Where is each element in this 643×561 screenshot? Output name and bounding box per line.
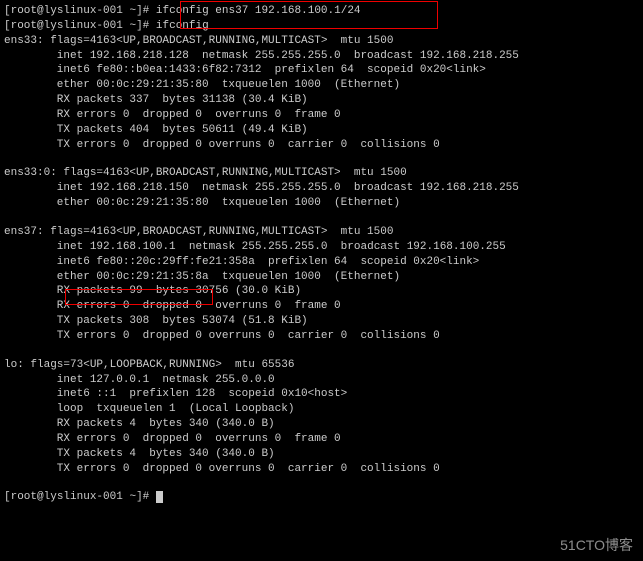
lo-rx-errors: RX errors 0 dropped 0 overruns 0 frame 0 [4,432,639,447]
interface-ens33: ens33: flags=4163<UP,BROADCAST,RUNNING,M… [4,34,639,153]
ens37-inet6: inet6 fe80::20c:29ff:fe21:358a prefixlen… [4,255,639,270]
prompt-line-3[interactable]: [root@lyslinux-001 ~]# [4,490,639,505]
lo-inet6: inet6 ::1 prefixlen 128 scopeid 0x10<hos… [4,387,639,402]
command-1: ifconfig ens37 192.168.100.1/24 [156,5,361,17]
ens33-inet: inet 192.168.218.128 netmask 255.255.255… [4,49,639,64]
lo-inet: inet 127.0.0.1 netmask 255.0.0.0 [4,373,639,388]
ens37-ip-address: 192.168.100.1 [90,241,176,253]
ens37-rx-errors: RX errors 0 dropped 0 overruns 0 frame 0 [4,299,639,314]
command-2: ifconfig [156,20,209,32]
lo-rx-packets: RX packets 4 bytes 340 (340.0 B) [4,417,639,432]
ens33-tx-errors: TX errors 0 dropped 0 overruns 0 carrier… [4,138,639,153]
lo-loop: loop txqueuelen 1 (Local Loopback) [4,402,639,417]
ens37-tx-packets: TX packets 308 bytes 53074 (51.8 KiB) [4,314,639,329]
lo-tx-errors: TX errors 0 dropped 0 overruns 0 carrier… [4,462,639,477]
ens33-rx-errors: RX errors 0 dropped 0 overruns 0 frame 0 [4,108,639,123]
prompt-line-2: [root@lyslinux-001 ~]# ifconfig [4,19,639,34]
lo-header: lo: flags=73<UP,LOOPBACK,RUNNING> mtu 65… [4,358,639,373]
ens33-header: ens33: flags=4163<UP,BROADCAST,RUNNING,M… [4,34,639,49]
ens37-ether: ether 00:0c:29:21:35:8a txqueuelen 1000 … [4,270,639,285]
ens33-rx-packets: RX packets 337 bytes 31138 (30.4 KiB) [4,93,639,108]
prompt-line-1: [root@lyslinux-001 ~]# ifconfig ens37 19… [4,4,639,19]
ens33-0-ether: ether 00:0c:29:21:35:80 txqueuelen 1000 … [4,196,639,211]
ens37-tx-errors: TX errors 0 dropped 0 overruns 0 carrier… [4,329,639,344]
cursor-icon [156,491,163,503]
ens37-inet: inet 192.168.100.1 netmask 255.255.255.0… [4,240,639,255]
ens37-rx-packets: RX packets 99 bytes 30756 (30.0 KiB) [4,284,639,299]
interface-lo: lo: flags=73<UP,LOOPBACK,RUNNING> mtu 65… [4,358,639,477]
watermark-text: 51CTO博客 [560,536,633,555]
ens33-ether: ether 00:0c:29:21:35:80 txqueuelen 1000 … [4,78,639,93]
ens33-inet6: inet6 fe80::b0ea:1433:6f82:7312 prefixle… [4,63,639,78]
terminal-output[interactable]: [root@lyslinux-001 ~]# ifconfig ens37 19… [4,4,639,505]
interface-ens33-0: ens33:0: flags=4163<UP,BROADCAST,RUNNING… [4,166,639,211]
interface-ens37: ens37: flags=4163<UP,BROADCAST,RUNNING,M… [4,225,639,344]
ens37-header: ens37: flags=4163<UP,BROADCAST,RUNNING,M… [4,225,639,240]
ens33-0-inet: inet 192.168.218.150 netmask 255.255.255… [4,181,639,196]
ens33-0-header: ens33:0: flags=4163<UP,BROADCAST,RUNNING… [4,166,639,181]
lo-tx-packets: TX packets 4 bytes 340 (340.0 B) [4,447,639,462]
ens33-tx-packets: TX packets 404 bytes 50611 (49.4 KiB) [4,123,639,138]
